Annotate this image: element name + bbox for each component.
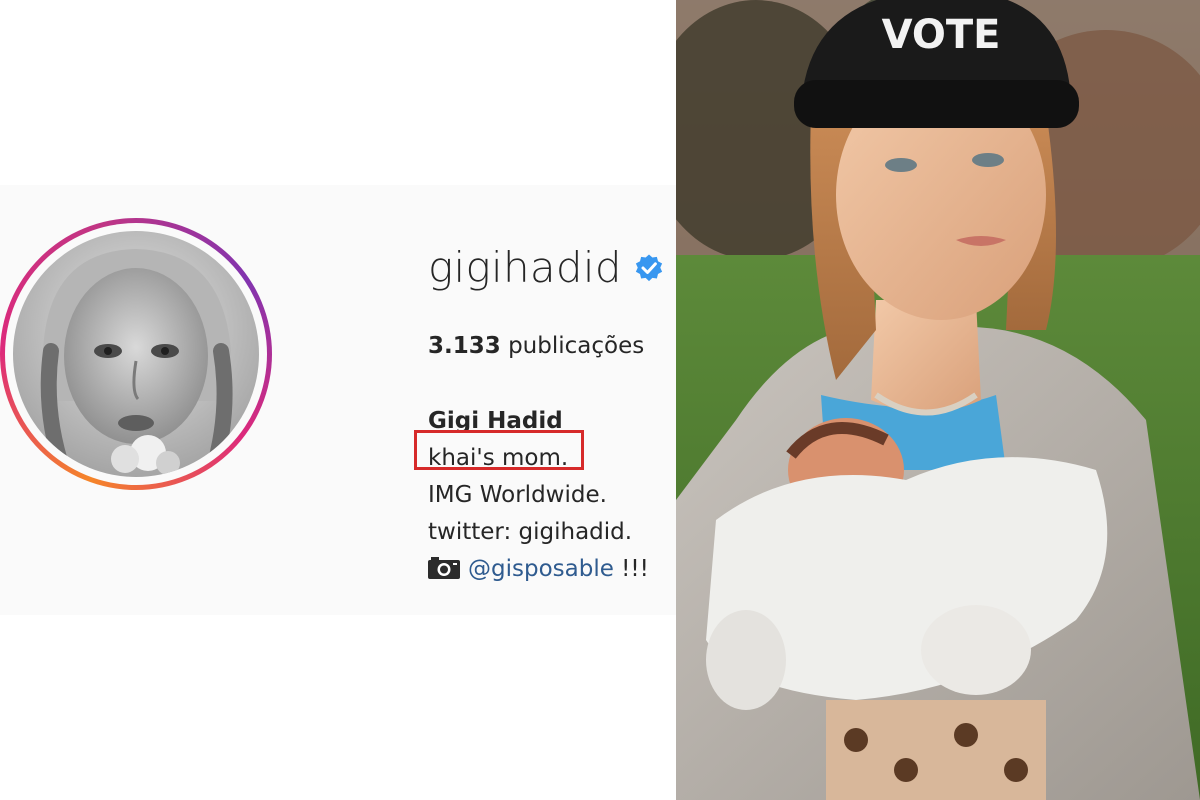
bio-line-agency: IMG Worldwide. [428,482,607,508]
bio-line-twitter: twitter: gigihadid. [428,519,633,545]
posts-count-label: publicações [508,333,645,359]
mention-suffix: !!! [613,556,649,582]
username-row: gigihadid [428,243,664,292]
story-ring-gap [5,223,267,485]
highlight-box [414,430,584,470]
username: gigihadid [428,243,622,292]
profile-avatar[interactable] [13,231,259,477]
camera-icon [428,557,460,579]
profile-header: gigihadid 3.133 publicações Gigi Hadid k… [0,185,676,615]
bio-line-link: @gisposable !!! [428,551,649,588]
composite-image: gigihadid 3.133 publicações Gigi Hadid k… [0,0,1200,800]
hat-text: VOTE [882,12,1001,58]
instagram-profile-screenshot: gigihadid 3.133 publicações Gigi Hadid k… [0,0,676,800]
posts-count-number: 3.133 [428,333,501,359]
verified-badge-icon [635,254,662,281]
photo-mother-with-baby: VOTE [676,0,1200,800]
story-ring[interactable] [0,218,272,490]
posts-count[interactable]: 3.133 publicações [428,333,644,359]
mention-link[interactable]: @gisposable [468,556,614,582]
